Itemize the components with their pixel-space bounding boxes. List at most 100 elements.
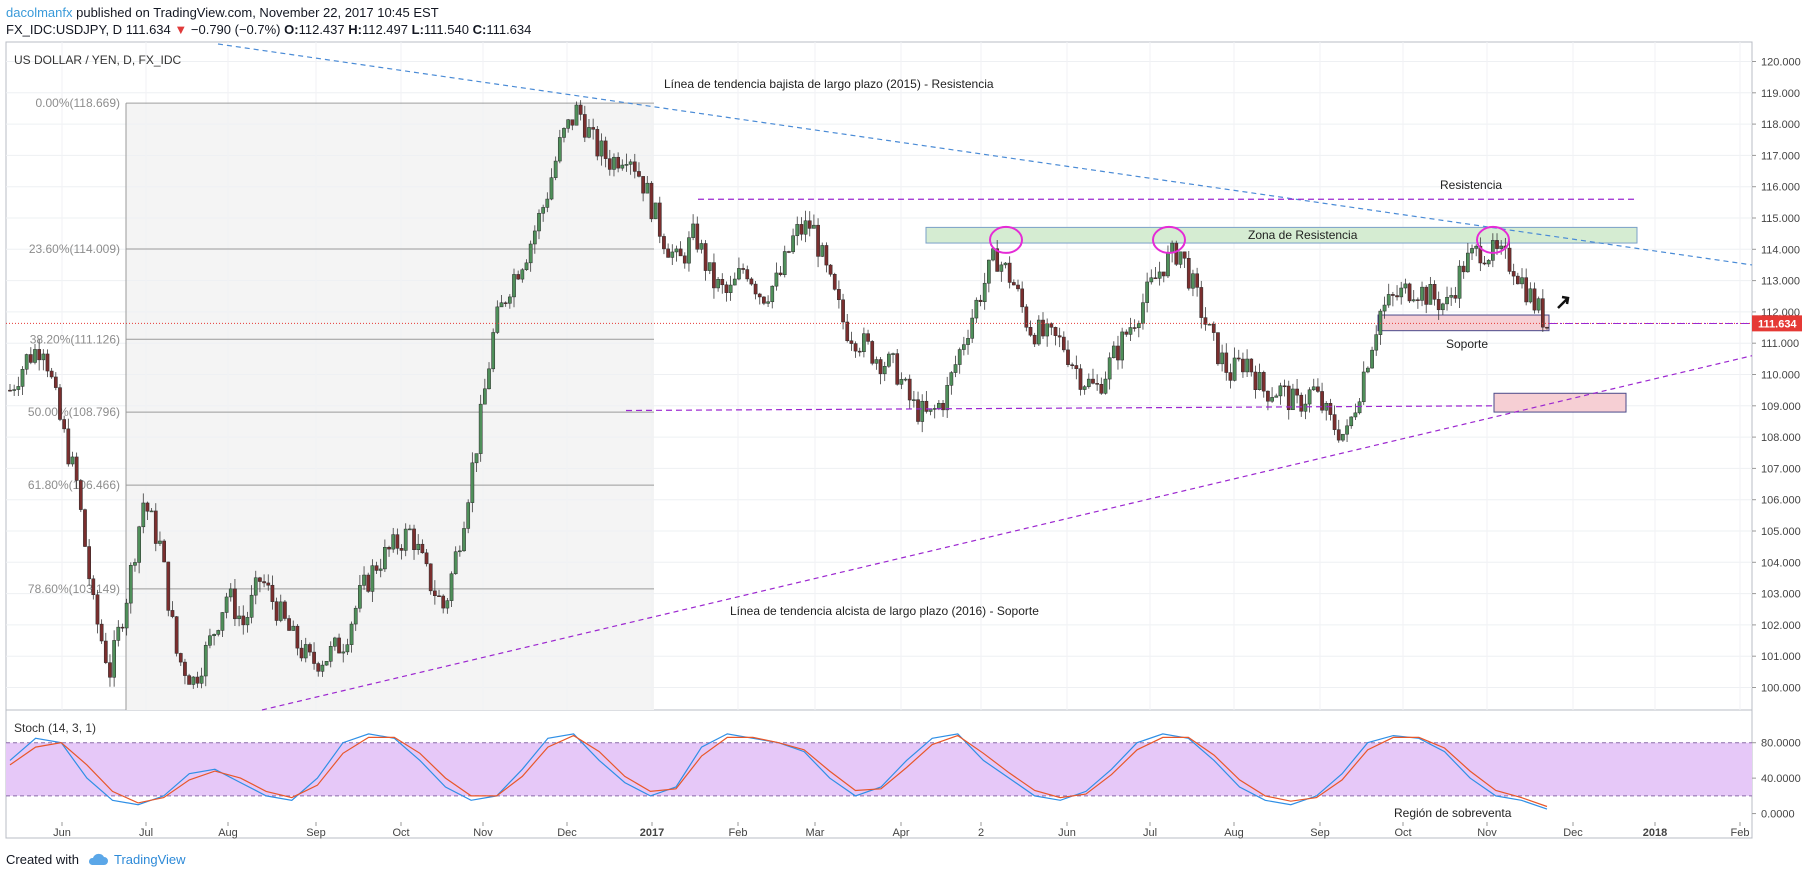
tradingview-brand[interactable]: TradingView [87, 852, 186, 867]
candle-body [91, 578, 96, 595]
candle-body [1095, 383, 1099, 385]
candle-body [1320, 391, 1324, 411]
candle-body [262, 581, 266, 584]
candle-body [1211, 323, 1216, 333]
candle-body [507, 296, 512, 304]
time-tick-label: Jul [1143, 827, 1157, 839]
candle-body [628, 161, 633, 165]
candle-body [882, 366, 887, 375]
created-with-label: Created with [6, 852, 79, 867]
candle-body [1270, 397, 1274, 402]
candle-body [712, 262, 716, 289]
candle-body [549, 177, 554, 200]
candle-body [1407, 283, 1412, 302]
candle-body [974, 299, 979, 319]
candle-body [757, 293, 762, 298]
time-tick-label: Aug [1224, 827, 1244, 839]
instrument-title: US DOLLAR / YEN, D, FX_IDC [14, 53, 181, 67]
candle-body [924, 400, 929, 412]
candle-body [445, 600, 450, 609]
stoch-tick-label: 40.0000 [1761, 773, 1801, 785]
candle-body [795, 224, 800, 237]
time-tick-label: Sep [306, 827, 326, 839]
candle-body [241, 615, 246, 626]
candle-body [316, 663, 321, 672]
candle-body [1316, 386, 1320, 392]
candle-body [1524, 277, 1529, 303]
candle-body [1111, 345, 1116, 359]
candle-body [278, 601, 283, 621]
candle-body [112, 640, 116, 678]
candle-body [195, 676, 200, 684]
candle-body [287, 618, 291, 631]
candle-body [166, 561, 171, 611]
candle-body [1249, 358, 1254, 373]
chart-area[interactable]: 0.00%(118.669) 23.60%(114.009) 38.20%(111.… [0, 0, 1808, 850]
candle-body [1186, 258, 1191, 289]
candle-body [766, 301, 770, 304]
candle-body [1370, 349, 1374, 369]
candle-body [66, 428, 71, 465]
candle-body [449, 573, 454, 601]
candle-body [1086, 378, 1091, 387]
candle-body [70, 456, 75, 465]
candle-body [408, 528, 412, 531]
candle-body [433, 590, 437, 597]
candle-body [962, 344, 966, 350]
uptrend-label: Línea de tendencia alcista de largo plaz… [730, 604, 1039, 618]
candle-body [170, 610, 175, 617]
candle-body [228, 588, 233, 598]
candle-body [462, 528, 466, 552]
candle-body [620, 164, 625, 169]
stoch-tick-label: 80.0000 [1761, 738, 1801, 750]
candle-body [1066, 349, 1070, 365]
candle-body [1482, 262, 1487, 265]
candle-body [791, 235, 795, 253]
candle-body [1157, 271, 1162, 279]
price-tick-label: 107.000 [1761, 463, 1801, 475]
candle-body [612, 156, 616, 170]
time-tick-label: 2 [978, 827, 984, 839]
time-tick-label: Oct [1394, 827, 1411, 839]
candle-body [1124, 331, 1129, 335]
fib-level-label: 0.00%(118.669) [35, 96, 120, 110]
candle-body [1191, 273, 1195, 289]
candle-body [212, 634, 216, 637]
candle-body [670, 251, 675, 258]
time-tick-label: Aug [218, 827, 238, 839]
time-tick-label: Dec [1563, 827, 1583, 839]
candle-body [1145, 281, 1149, 303]
candle-body [299, 647, 304, 659]
candle-body [370, 565, 375, 592]
candle-body [128, 565, 133, 604]
candle-body [1028, 327, 1033, 336]
candle-body [799, 224, 804, 235]
candle-body [8, 389, 12, 392]
candle-body [978, 299, 983, 302]
candle-body [553, 160, 558, 178]
support-label: Soporte [1446, 337, 1488, 351]
candle-body [916, 399, 920, 422]
candle-body [378, 568, 383, 571]
candle-body [970, 317, 975, 339]
downtrend-label: Línea de tendencia bajista de largo plaz… [664, 77, 994, 91]
candle-body [1307, 389, 1312, 405]
candle-body [1528, 288, 1533, 303]
candle-body [1049, 323, 1054, 328]
candle-body [762, 296, 766, 304]
candle-body [1545, 326, 1549, 329]
candle-body [887, 353, 891, 367]
candle-body [1153, 277, 1158, 280]
candle-body [691, 223, 695, 238]
candle-body [524, 262, 529, 271]
candle-body [1328, 403, 1333, 415]
price-tick-label: 102.000 [1761, 620, 1801, 632]
candle-body [674, 248, 679, 253]
candle-body [512, 274, 516, 298]
last-price-tag-label: 111.634 [1758, 318, 1797, 330]
candle-body [270, 584, 275, 602]
candle-body [591, 127, 595, 130]
fib-level-label: 61.80%(106.466) [28, 478, 120, 492]
candle-body [333, 637, 337, 647]
fib-level-label: 78.60%(103.149) [28, 582, 120, 596]
